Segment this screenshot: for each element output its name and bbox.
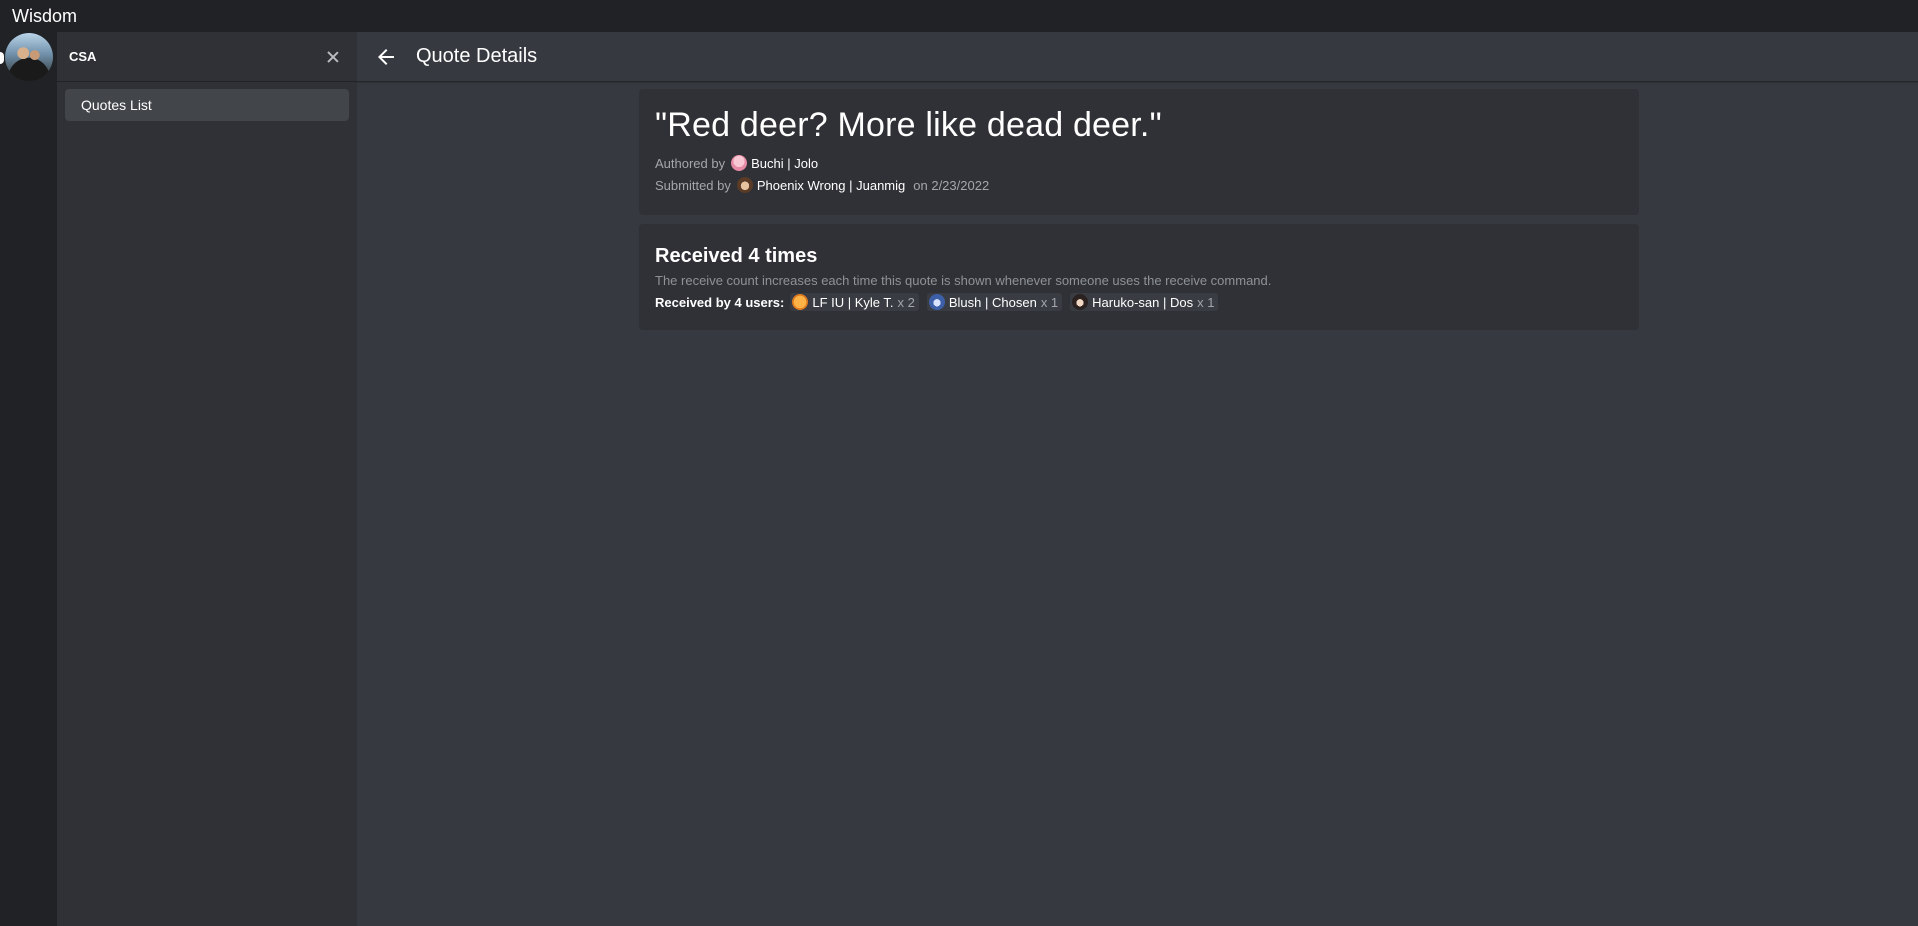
receive-description: The receive count increases each time th… xyxy=(655,273,1272,288)
receiver-avatar xyxy=(928,294,945,310)
server-name: CSA xyxy=(69,49,97,64)
sidebar-item-label: Quotes List xyxy=(81,97,152,113)
author-chip[interactable]: Buchi | Jolo xyxy=(731,155,818,171)
server-rail xyxy=(0,32,57,926)
app-title: Wisdom xyxy=(12,5,78,26)
receiver-chip[interactable]: Blush | Chosen x 1 xyxy=(926,293,1063,311)
channel-sidebar: CSA Quotes List xyxy=(57,32,357,926)
author-avatar xyxy=(731,155,748,171)
sidebar-item-quotes-list[interactable]: Quotes List xyxy=(65,89,349,121)
submitted-row: Submitted by Phoenix Wrong | Juanmig on … xyxy=(655,177,1623,193)
server-selected-indicator xyxy=(0,52,4,64)
receiver-avatar xyxy=(792,294,809,310)
authored-row: Authored by Buchi | Jolo xyxy=(655,155,1623,171)
window-titlebar: Wisdom xyxy=(0,0,1918,32)
receive-count-title: Received 4 times xyxy=(655,245,818,267)
receiver-name: Haruko-san | Dos xyxy=(1092,294,1194,310)
receiver-avatar xyxy=(1072,294,1089,310)
submitter-chip[interactable]: Phoenix Wrong | Juanmig xyxy=(736,177,906,193)
received-by-label: Received by 4 users: xyxy=(655,294,785,310)
submitter-name: Phoenix Wrong | Juanmig xyxy=(756,177,906,193)
submitted-date: on 2/23/2022 xyxy=(913,177,990,193)
author-name: Buchi | Jolo xyxy=(751,155,819,171)
arrow-left-icon[interactable] xyxy=(374,45,398,69)
quote-text: "Red deer? More like dead deer." xyxy=(655,106,1162,144)
receiver-count: x 1 xyxy=(1040,294,1059,310)
receiver-chip[interactable]: LF IU | Kyle T. x 2 xyxy=(790,293,919,311)
sidebar-header: CSA xyxy=(57,32,357,82)
receiver-count: x 1 xyxy=(1197,294,1215,310)
server-icon[interactable] xyxy=(5,33,53,81)
receiver-count: x 2 xyxy=(897,294,915,310)
submitted-label: Submitted by xyxy=(655,177,731,193)
page-title: Quote Details xyxy=(416,45,538,67)
received-by-row: Received by 4 users: LF IU | Kyle T. x 2… xyxy=(655,293,1623,311)
receiver-name: LF IU | Kyle T. xyxy=(812,294,894,310)
close-icon[interactable] xyxy=(325,49,341,65)
quote-card: "Red deer? More like dead deer." Authore… xyxy=(639,89,1639,215)
receiver-name: Blush | Chosen xyxy=(948,294,1037,310)
main-header: Quote Details xyxy=(357,32,1918,82)
submitter-avatar xyxy=(736,177,753,193)
authored-label: Authored by xyxy=(655,155,726,171)
receiver-chip[interactable]: Haruko-san | Dos x 1 xyxy=(1070,293,1219,311)
receive-card: Received 4 times The receive count incre… xyxy=(639,224,1639,330)
